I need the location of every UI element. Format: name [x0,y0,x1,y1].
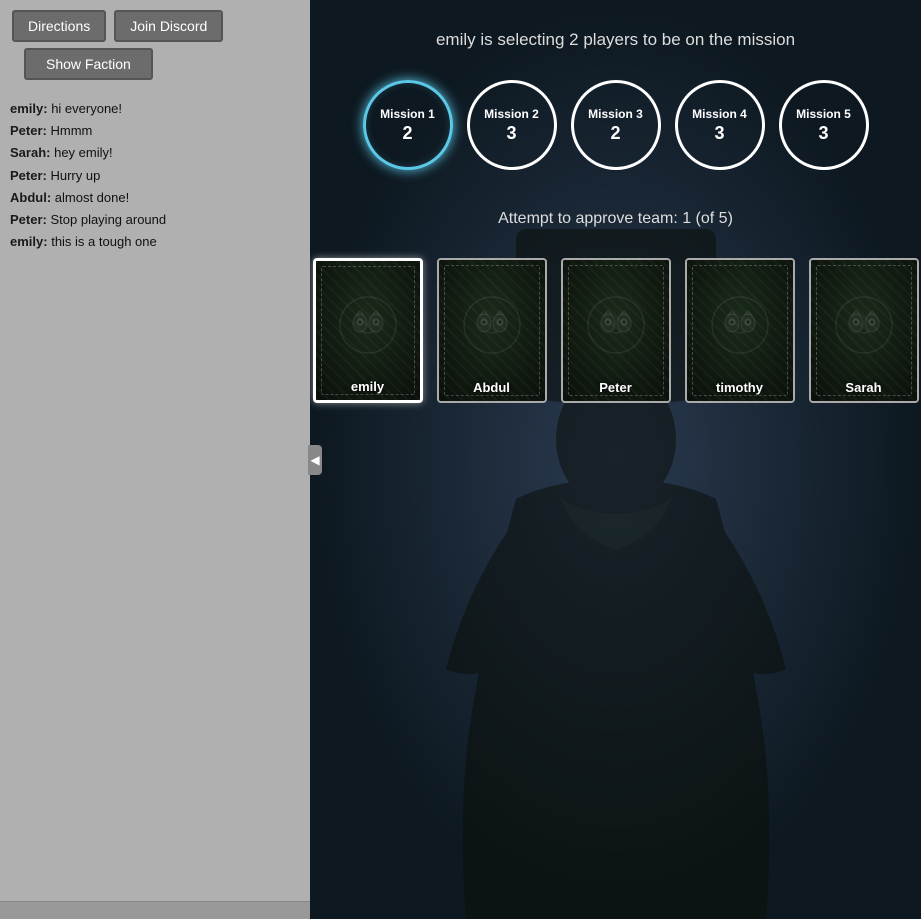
left-panel: Directions Join Discord Show Faction emi… [0,0,310,919]
top-buttons-row: Directions Join Discord [0,0,310,48]
game-content: emily is selecting 2 players to be on th… [310,0,921,919]
player-card-Sarah[interactable]: Sarah [809,258,919,403]
chat-line: Sarah: hey emily! [10,144,300,162]
player-name: emily [316,373,420,400]
player-name: timothy [687,374,793,401]
chat-line: Abdul: almost done! [10,189,300,207]
collapse-arrow[interactable]: ◀ [308,445,322,475]
right-panel: emily is selecting 2 players to be on th… [310,0,921,919]
mission-circle-2[interactable]: Mission 2 3 [467,80,557,170]
chat-sender: Peter: [10,212,47,227]
mission-num: 3 [714,123,724,144]
mission-circle-5[interactable]: Mission 5 3 [779,80,869,170]
player-card-Abdul[interactable]: Abdul [437,258,547,403]
mission-num: 3 [818,123,828,144]
chat-area: emily: hi everyone!Peter: HmmmSarah: hey… [0,94,310,901]
chat-sender: emily: [10,101,48,116]
card-decor [462,295,522,355]
player-name: Abdul [439,374,545,401]
player-name: Sarah [811,374,917,401]
player-card-Peter[interactable]: Peter [561,258,671,403]
chat-message: Stop playing around [50,212,166,227]
players-row: emily Abdul [313,258,919,403]
show-faction-button[interactable]: Show Faction [24,48,153,80]
mission-num: 3 [506,123,516,144]
missions-row: Mission 1 2 Mission 2 3 Mission 3 2 Miss… [363,80,869,170]
mission-label: Mission 5 [796,107,851,121]
mission-label: Mission 2 [484,107,539,121]
chat-sender: Peter: [10,168,47,183]
chat-message: Hmmm [50,123,92,138]
mission-num: 2 [610,123,620,144]
player-name: Peter [563,374,669,401]
chat-sender: emily: [10,234,48,249]
chat-sender: Sarah: [10,145,50,160]
mission-label: Mission 1 [380,107,435,121]
chat-message: hi everyone! [51,101,122,116]
chat-line: emily: hi everyone! [10,100,300,118]
mission-circle-3[interactable]: Mission 3 2 [571,80,661,170]
mission-num: 2 [402,123,412,144]
chat-message: Hurry up [50,168,100,183]
chat-line: Peter: Hurry up [10,167,300,185]
selection-message: emily is selecting 2 players to be on th… [436,30,795,50]
chat-sender: Peter: [10,123,47,138]
player-card-emily[interactable]: emily [313,258,423,403]
attempt-text: Attempt to approve team: 1 (of 5) [498,210,733,228]
chat-line: Peter: Stop playing around [10,211,300,229]
mission-label: Mission 4 [692,107,747,121]
mission-label: Mission 3 [588,107,643,121]
chat-message: almost done! [55,190,129,205]
mission-circle-1[interactable]: Mission 1 2 [363,80,453,170]
chat-line: emily: this is a tough one [10,233,300,251]
directions-button[interactable]: Directions [12,10,106,42]
chat-sender: Abdul: [10,190,51,205]
chat-line: Peter: Hmmm [10,122,300,140]
card-decor [834,295,894,355]
card-decor [710,295,770,355]
chat-message: hey emily! [54,145,113,160]
join-discord-button[interactable]: Join Discord [114,10,223,42]
mission-circle-4[interactable]: Mission 4 3 [675,80,765,170]
card-decor [338,295,398,355]
card-decor [586,295,646,355]
show-faction-row: Show Faction [0,48,310,94]
chat-message: this is a tough one [51,234,157,249]
player-card-timothy[interactable]: timothy [685,258,795,403]
chat-input-bar [0,901,310,919]
